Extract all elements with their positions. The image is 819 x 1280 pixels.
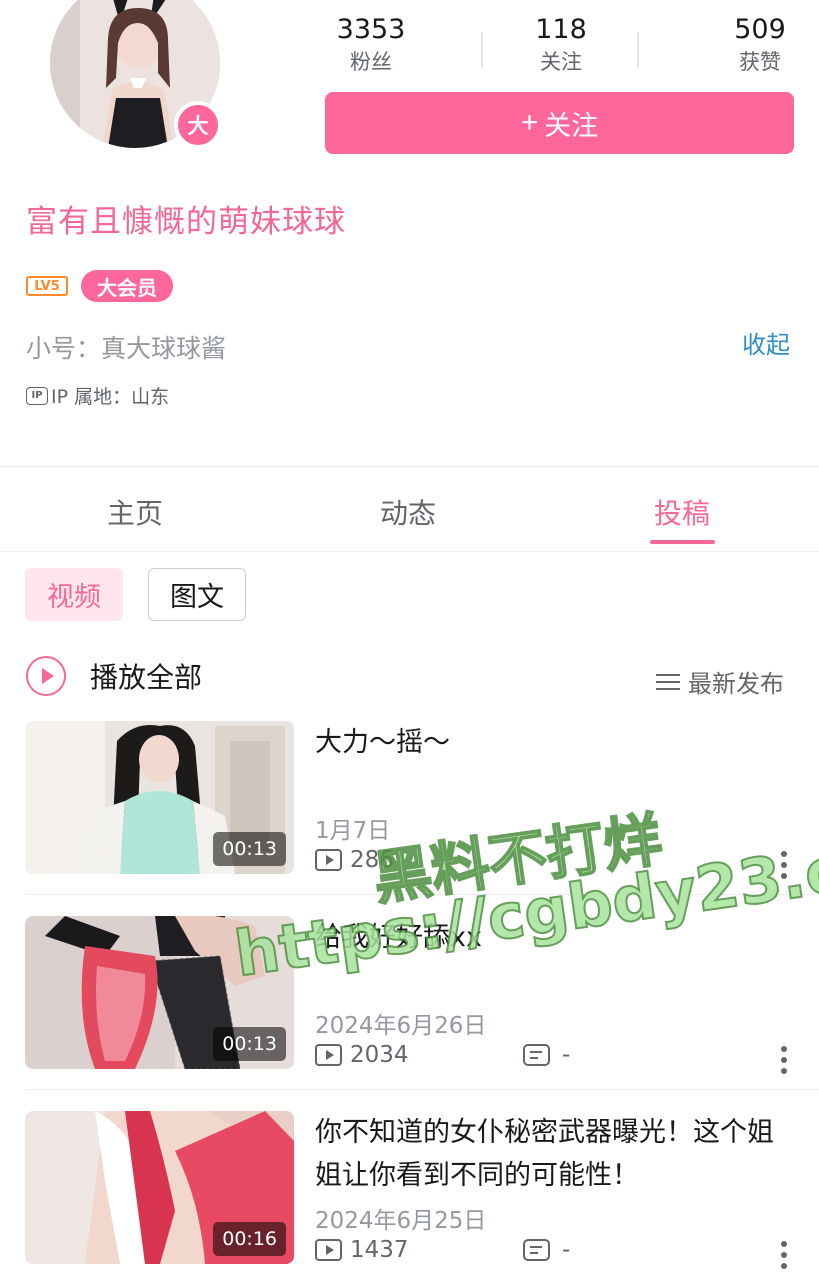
- ip-location: IP IP 属地：山东: [26, 382, 169, 409]
- following-label: 关注: [540, 50, 582, 74]
- username: 富有且慷慨的萌妹球球: [26, 204, 346, 240]
- play-count-icon: [315, 849, 342, 871]
- badge-row: LV5 大会员: [26, 270, 173, 302]
- play-count-icon: [315, 1239, 342, 1261]
- following-count: 118: [535, 14, 587, 45]
- filter-video[interactable]: 视频: [25, 568, 123, 621]
- video-comment-stats: -: [523, 1042, 570, 1068]
- video-thumbnail[interactable]: 00:13: [25, 721, 294, 874]
- video-item[interactable]: 00:16 你不知道的女仆秘密武器曝光！这个姐姐让你看到不同的可能性！ 2024…: [0, 1111, 819, 1280]
- vip-badge: 大: [174, 101, 222, 149]
- video-date: 2024年6月26日: [315, 1013, 487, 1039]
- video-title[interactable]: 你不知道的女仆秘密武器曝光！这个姐姐让你看到不同的可能性！: [315, 1111, 785, 1197]
- followers-label: 粉丝: [350, 50, 392, 74]
- section-divider: [0, 466, 819, 467]
- level-badge: LV5: [26, 276, 68, 296]
- more-options-icon[interactable]: [781, 1046, 787, 1074]
- video-duration: 00:13: [213, 1027, 286, 1061]
- more-options-icon[interactable]: [781, 1241, 787, 1269]
- stat-divider: [481, 32, 483, 68]
- play-circle-icon: [26, 656, 66, 696]
- video-play-count: 1437: [350, 1237, 409, 1263]
- sort-label: 最新发布: [688, 670, 784, 698]
- stat-likes: 509 获赞: [726, 12, 794, 76]
- video-comment-count: -: [562, 1237, 571, 1263]
- likes-label: 获赞: [739, 50, 781, 74]
- stat-followers[interactable]: 3353 粉丝: [326, 12, 416, 76]
- play-all-button[interactable]: 播放全部: [26, 656, 202, 696]
- alias-text: 小号：真大球球酱: [26, 334, 227, 363]
- follow-button[interactable]: + 关注: [325, 92, 794, 154]
- stat-divider: [637, 32, 639, 68]
- follow-button-label: 关注: [544, 110, 599, 141]
- video-comment-count: -: [562, 1042, 571, 1068]
- profile-stats: 3353 粉丝 118 关注 509 获赞: [326, 12, 794, 76]
- tab-submissions[interactable]: 投稿: [654, 492, 710, 532]
- stat-following[interactable]: 118 关注: [516, 12, 606, 76]
- play-count-icon: [315, 1044, 342, 1066]
- comment-icon: [523, 1044, 550, 1066]
- video-play-stats: 1437: [315, 1237, 409, 1263]
- tab-dynamics[interactable]: 动态: [380, 492, 436, 532]
- ip-location-text: IP 属地：山东: [51, 386, 170, 408]
- video-date: 2024年6月25日: [315, 1208, 487, 1234]
- filter-image-text[interactable]: 图文: [148, 568, 246, 621]
- sort-list-icon: [656, 673, 680, 691]
- video-play-count: 2034: [350, 1042, 409, 1068]
- video-duration: 00:13: [213, 832, 286, 866]
- collapse-link[interactable]: 收起: [742, 325, 790, 360]
- comment-icon: [523, 1239, 550, 1261]
- profile-tabs: 主页 动态 投稿: [0, 468, 819, 552]
- tab-home[interactable]: 主页: [107, 492, 163, 532]
- video-title[interactable]: 大力～摇～: [315, 721, 785, 764]
- plus-icon: +: [520, 106, 539, 139]
- active-tab-indicator: [650, 540, 715, 544]
- followers-count: 3353: [336, 14, 406, 45]
- ip-icon: IP: [26, 386, 48, 405]
- video-comment-stats: -: [523, 1237, 570, 1263]
- member-badge[interactable]: 大会员: [81, 270, 173, 302]
- row-divider: [25, 1089, 819, 1090]
- video-duration: 00:16: [213, 1222, 286, 1256]
- play-all-label: 播放全部: [90, 661, 203, 694]
- likes-count: 509: [734, 14, 786, 45]
- sort-button[interactable]: 最新发布: [656, 664, 784, 699]
- video-thumbnail[interactable]: 00:16: [25, 1111, 294, 1264]
- video-play-stats: 2034: [315, 1042, 409, 1068]
